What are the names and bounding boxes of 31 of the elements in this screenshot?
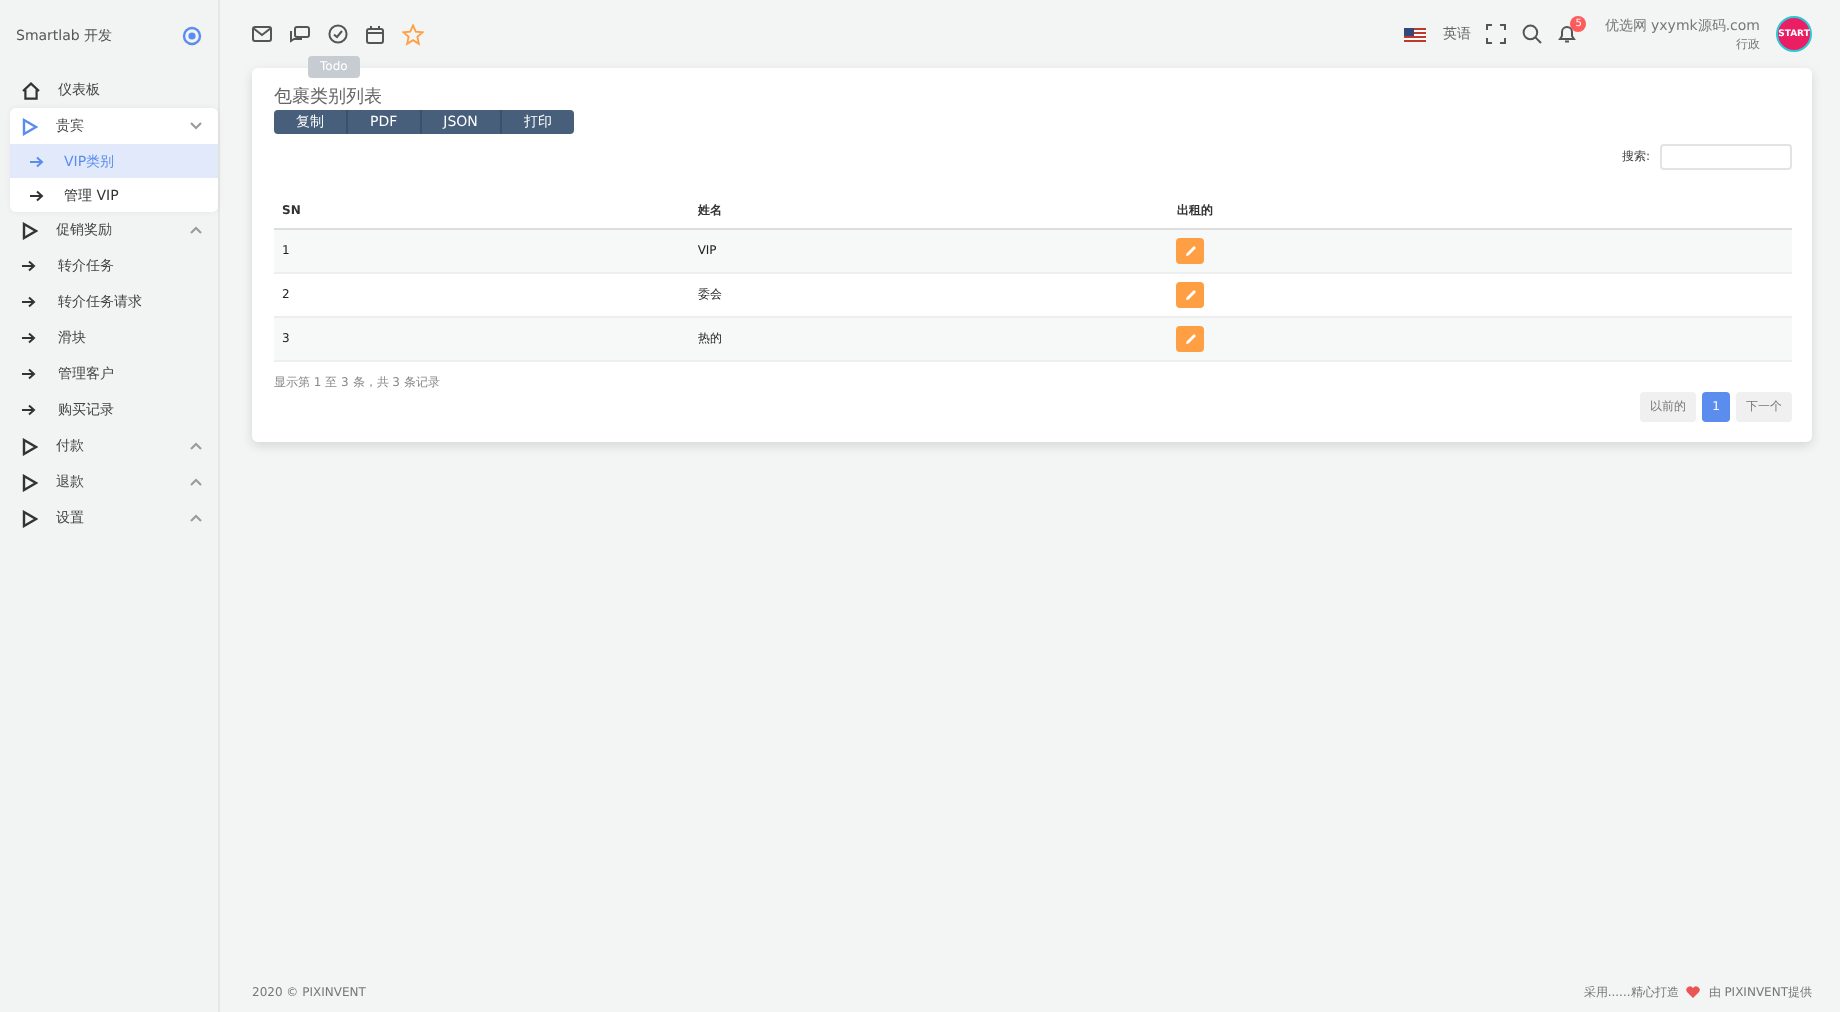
bell-icon[interactable]	[1558, 24, 1577, 44]
chat-icon[interactable]	[290, 25, 310, 43]
calendar-icon[interactable]	[366, 25, 384, 43]
pencil-icon	[1183, 332, 1198, 346]
home-icon	[22, 81, 40, 99]
flag-icon	[1404, 27, 1427, 41]
chevron-up-icon	[190, 514, 202, 522]
chevron-up-icon	[190, 226, 202, 234]
search-icon[interactable]	[1522, 24, 1543, 44]
arrow-right-icon	[22, 368, 36, 380]
play-icon	[22, 221, 38, 239]
card-title: 包裹类别列表	[274, 85, 384, 110]
chevron-up-icon	[190, 478, 202, 486]
play-icon	[22, 117, 38, 135]
chevron-up-icon	[190, 442, 202, 450]
pencil-icon	[1183, 288, 1198, 302]
arrow-right-icon	[30, 155, 44, 167]
arrow-right-icon	[22, 332, 36, 344]
fullscreen-icon[interactable]	[1486, 24, 1507, 44]
arrow-right-icon	[22, 404, 36, 416]
arrow-right-icon	[22, 296, 36, 308]
check-circle-icon[interactable]	[328, 24, 348, 44]
heart-icon	[1686, 986, 1701, 998]
arrow-right-icon	[22, 260, 36, 272]
chevron-down-icon	[190, 122, 202, 130]
target-icon[interactable]	[182, 26, 202, 46]
search-field[interactable]	[1660, 144, 1792, 170]
mail-icon[interactable]	[252, 26, 272, 42]
star-icon[interactable]	[402, 23, 424, 45]
arrow-right-icon	[30, 189, 44, 201]
pencil-icon	[1183, 244, 1198, 258]
